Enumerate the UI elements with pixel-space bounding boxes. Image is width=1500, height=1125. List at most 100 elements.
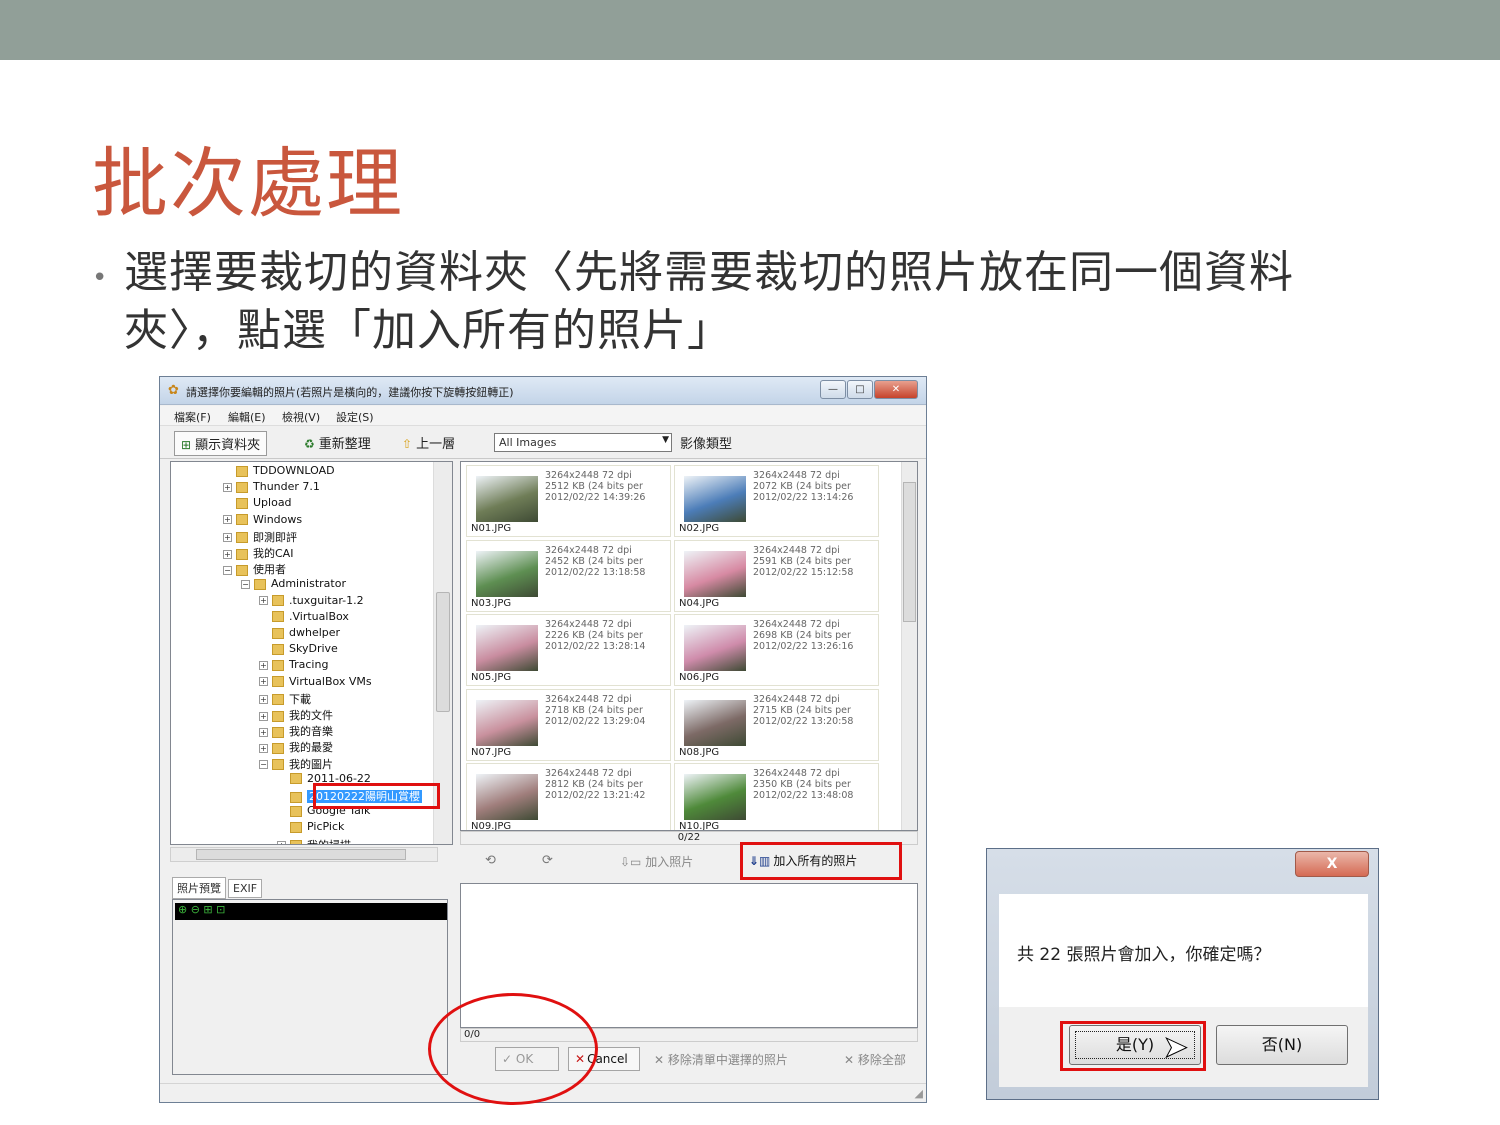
photo-thumbnail xyxy=(476,476,538,522)
expand-toggle-icon[interactable]: + xyxy=(259,727,268,737)
menu-edit[interactable]: 編輯(E) xyxy=(228,409,266,425)
thumbnail-item[interactable]: 3264x2448 72 dpi 2226 KB (24 bits per 2012… xyxy=(466,614,671,686)
tree-scroll-thumb[interactable] xyxy=(436,592,450,712)
thumbnail-item[interactable]: 3264x2448 72 dpi 2591 KB (24 bits per 2012… xyxy=(674,539,879,612)
window-titlebar[interactable]: ✿ 請選擇你要編輯的照片(若照片是橫向的，建議你按下旋轉按鈕轉正) — □ ✕ xyxy=(160,377,926,405)
maximize-button[interactable]: □ xyxy=(847,380,873,399)
add-photo-button[interactable]: ⇩▭ 加入照片 xyxy=(620,853,693,870)
expand-toggle-icon[interactable]: − xyxy=(241,579,250,589)
preview-zoom-tools[interactable]: ⊕ ⊖ ⊞ ⊡ xyxy=(175,903,447,920)
resize-grip-icon[interactable]: ◢ xyxy=(915,1087,923,1100)
photo-filename: N05.JPG xyxy=(471,672,512,683)
up-button[interactable]: ⇧ 上一層 xyxy=(402,433,455,452)
thumbnail-scrollbar[interactable] xyxy=(901,462,917,830)
refresh-button[interactable]: ♻ 重新整理 xyxy=(304,433,371,452)
tree-item[interactable]: + VirtualBox VMs xyxy=(259,675,372,691)
expand-toggle-icon[interactable]: + xyxy=(277,841,286,844)
photo-size: 2452 KB (24 bits per xyxy=(545,555,643,567)
folder-icon xyxy=(272,726,284,738)
tree-h-scroll-thumb[interactable] xyxy=(196,849,406,860)
tree-item[interactable]: + .tuxguitar-1.2 xyxy=(259,594,364,610)
photo-metadata: 3264x2448 72 dpi 2698 KB (24 bits per 2012… xyxy=(753,619,853,652)
tree-item-label: 我的圖片 xyxy=(289,757,333,771)
tree-connector xyxy=(277,774,286,783)
menu-view[interactable]: 檢視(V) xyxy=(282,409,320,425)
thumbnail-item[interactable]: 3264x2448 72 dpi 2350 KB (24 bits per 2012… xyxy=(674,763,879,831)
tree-item-label: Windows xyxy=(253,512,303,526)
thumbnail-scroll-thumb[interactable] xyxy=(903,482,916,622)
expand-toggle-icon[interactable]: + xyxy=(223,515,232,525)
tab-exif[interactable]: EXIF xyxy=(228,879,263,898)
expand-toggle-icon[interactable]: + xyxy=(259,677,268,687)
folder-icon xyxy=(290,805,302,817)
tree-item[interactable]: PicPick xyxy=(277,820,344,836)
thumbnail-item[interactable]: 3264x2448 72 dpi 2715 KB (24 bits per 2012… xyxy=(674,688,879,761)
menu-file[interactable]: 檔案(F) xyxy=(174,409,211,425)
tree-item[interactable]: + Windows xyxy=(223,513,302,529)
tree-item[interactable]: TDDOWNLOAD xyxy=(223,464,335,480)
tree-item-label: VirtualBox VMs xyxy=(289,674,372,688)
folder-icon xyxy=(236,465,248,477)
tree-item[interactable]: − 使用者 xyxy=(223,561,286,577)
tree-item[interactable]: dwhelper xyxy=(259,626,340,642)
show-folder-button[interactable]: ⊞ 顯示資料夾 xyxy=(174,431,268,456)
expand-toggle-icon[interactable]: − xyxy=(223,565,232,575)
expand-toggle-icon[interactable]: + xyxy=(259,596,268,606)
tree-item-label: dwhelper xyxy=(289,626,341,639)
tree-item-label: 即測即評 xyxy=(253,530,297,544)
window-title: 請選擇你要編輯的照片(若照片是橫向的，建議你按下旋轉按鈕轉正) xyxy=(186,386,514,399)
thumbnail-item[interactable]: 3264x2448 72 dpi 2698 KB (24 bits per 2012… xyxy=(674,614,879,686)
rotate-left-icon[interactable]: ⟲ xyxy=(485,853,496,868)
close-button[interactable]: ✕ xyxy=(874,380,918,399)
photo-filename: N07.JPG xyxy=(471,746,512,758)
tree-item[interactable]: Upload xyxy=(223,496,292,512)
tree-item[interactable]: − Administrator xyxy=(241,577,346,593)
minimize-button[interactable]: — xyxy=(820,380,846,399)
remove-selected-button[interactable]: ✕ 移除清單中選擇的照片 xyxy=(648,1047,794,1071)
tree-item[interactable]: SkyDrive xyxy=(259,642,338,658)
no-button[interactable]: 否(N) xyxy=(1216,1025,1348,1065)
expand-toggle-icon[interactable]: + xyxy=(259,711,268,721)
thumbnail-item[interactable]: 3264x2448 72 dpi 2812 KB (24 bits per 2012… xyxy=(466,763,671,830)
menu-settings[interactable]: 設定(S) xyxy=(336,409,374,425)
dialog-body: 共 22 張照片會加入，你確定嗎？ xyxy=(999,894,1368,1007)
expand-toggle-icon[interactable]: + xyxy=(259,695,268,705)
photo-dims: 3264x2448 72 dpi xyxy=(753,470,840,481)
remove-all-button[interactable]: ✕ 移除全部 xyxy=(838,1047,912,1071)
rotate-right-icon[interactable]: ⟳ xyxy=(542,853,553,868)
tree-item[interactable]: + 即測即評 xyxy=(223,529,297,545)
tree-item[interactable]: + 我的最愛 xyxy=(259,739,333,755)
tree-item[interactable]: + 我的CAI xyxy=(223,545,293,561)
thumbnail-item[interactable]: 3264x2448 72 dpi 2072 KB (24 bits per 2012… xyxy=(674,465,879,537)
expand-toggle-icon[interactable]: + xyxy=(223,533,232,543)
expand-toggle-icon[interactable]: − xyxy=(259,760,268,770)
tree-item[interactable]: + 我的音樂 xyxy=(259,723,333,739)
thumbnail-item[interactable]: 3264x2448 72 dpi 2452 KB (24 bits per 2012… xyxy=(466,539,671,612)
selected-folder-highlight xyxy=(313,783,440,809)
tree-item-label: 我的最愛 xyxy=(289,741,333,755)
dialog-close-button[interactable]: X xyxy=(1295,851,1369,877)
expand-toggle-icon[interactable]: + xyxy=(223,549,232,559)
tree-horizontal-scrollbar[interactable] xyxy=(170,847,438,862)
tree-item[interactable]: + 我的掃描 xyxy=(277,837,351,844)
expand-toggle-icon[interactable]: + xyxy=(223,482,232,492)
photo-dims: 3264x2448 72 dpi xyxy=(545,619,632,630)
thumbnail-item[interactable]: 3264x2448 72 dpi 2512 KB (24 bits per 2012… xyxy=(466,465,671,537)
tree-item[interactable]: + Tracing xyxy=(259,658,328,674)
tab-photo-preview[interactable]: 照片預覽 xyxy=(172,877,226,899)
tree-item-label: .tuxguitar-1.2 xyxy=(289,593,364,607)
tree-item[interactable]: + Thunder 7.1 xyxy=(223,480,320,496)
expand-toggle-icon[interactable]: + xyxy=(259,743,268,753)
photo-dims: 3264x2448 72 dpi xyxy=(753,544,840,556)
tree-item[interactable]: + 下載 xyxy=(259,691,311,707)
tree-item[interactable]: .VirtualBox xyxy=(259,610,349,626)
photo-filename: N10.JPG xyxy=(679,821,720,831)
tree-item[interactable]: + 我的文件 xyxy=(259,707,333,723)
tree-item[interactable]: − 我的圖片 xyxy=(259,756,333,772)
photo-date: 2012/02/22 13:14:26 xyxy=(753,492,854,503)
thumbnail-item[interactable]: 3264x2448 72 dpi 2718 KB (24 bits per 2012… xyxy=(466,688,671,761)
photo-dims: 3264x2448 72 dpi xyxy=(753,619,840,630)
photo-dims: 3264x2448 72 dpi xyxy=(753,693,840,705)
image-type-select[interactable]: All Images ▼ xyxy=(494,433,672,452)
expand-toggle-icon[interactable]: + xyxy=(259,660,268,670)
